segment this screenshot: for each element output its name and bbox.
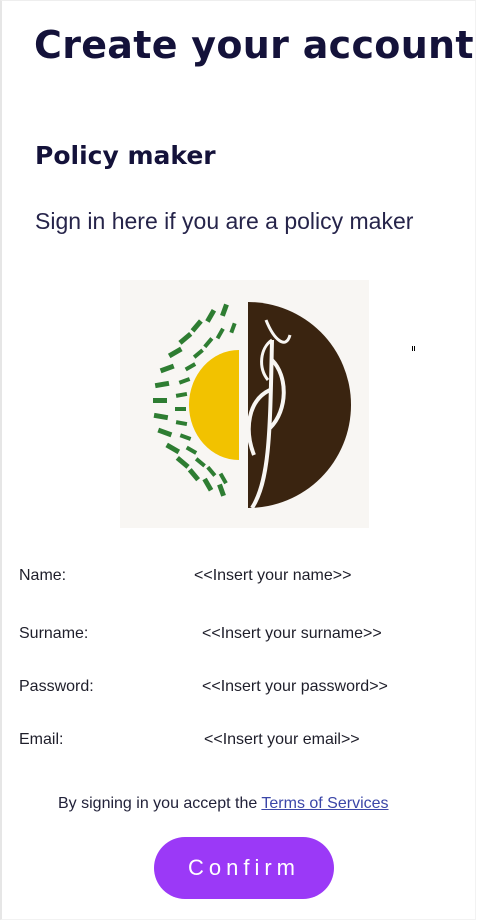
logo (120, 280, 369, 528)
confirm-button[interactable]: Confirm (154, 837, 334, 899)
email-label: Email: (19, 731, 64, 748)
name-label: Name: (19, 567, 67, 584)
surname-label: Surname: (19, 625, 89, 642)
password-field[interactable]: <<Insert your password>> (202, 678, 388, 696)
terms-notice: By signing in you accept the Terms of Se… (58, 795, 389, 813)
email-field[interactable]: <<Insert your email>> (204, 731, 360, 749)
name-field[interactable]: <<Insert your name>> (194, 567, 351, 585)
wheat-sun-emblem-icon (153, 302, 351, 510)
surname-field[interactable]: <<Insert your surname>> (202, 625, 382, 643)
page-frame: Create your account Policy maker Sign in… (0, 0, 476, 920)
terms-link[interactable]: Terms of Services (261, 795, 388, 812)
password-label: Password: (19, 678, 94, 695)
stray-mark (412, 346, 416, 352)
page-title: Create your account (34, 23, 474, 67)
role-heading: Policy maker (35, 141, 216, 170)
tagline-text: Sign in here if you are a policy maker (35, 208, 414, 234)
terms-prefix: By signing in you accept the (58, 795, 262, 812)
